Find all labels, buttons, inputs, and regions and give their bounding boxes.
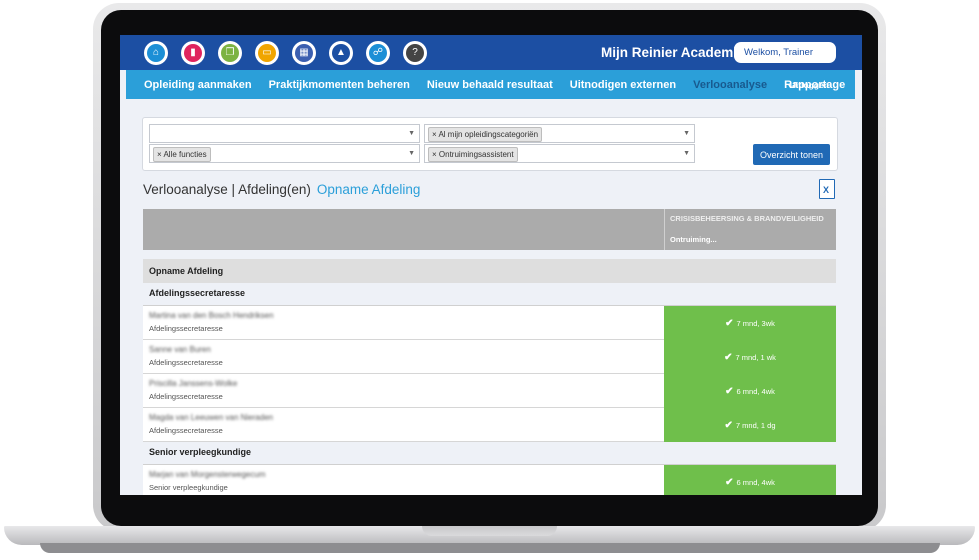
section-title: Afdelingssecretaresse xyxy=(149,288,246,298)
training-tag-label: Ontruimingsassistent xyxy=(438,150,514,159)
calendar-button[interactable]: ▦ xyxy=(292,41,316,65)
home-icon: ⌂ xyxy=(147,44,165,62)
status-cell[interactable]: ✔ 6 mnd, 4wk xyxy=(664,374,836,408)
home-button[interactable]: ⌂ xyxy=(144,41,168,65)
app-screen: ⌂ ▮ ❐ ▭ ▦ ▲ ☍? Mijn Reinier Academie Welkom, T… xyxy=(120,35,862,495)
section-header: Senior verpleegkundige xyxy=(143,442,836,465)
status-text: 7 mnd, 3wk xyxy=(736,318,775,328)
graduation-cap-button[interactable]: ▲ xyxy=(329,41,353,65)
laptop-icon: ▭ xyxy=(258,44,276,62)
org-chart-icon: ☍ xyxy=(369,44,387,62)
book-icon: ▮ xyxy=(184,44,202,62)
laptop-button[interactable]: ▭ xyxy=(255,41,279,65)
help-icon: ? xyxy=(406,44,424,62)
employee-role: Senior verpleegkundige xyxy=(149,483,228,492)
table-row[interactable]: Magda van Leeuwen van Nieraden Afdelingss… xyxy=(143,408,836,442)
status-cell[interactable]: ✔ 6 mnd, 4wk xyxy=(664,465,836,495)
nav-item-1[interactable]: Praktijkmomenten beheren xyxy=(269,79,410,91)
training-tag[interactable]: × Ontruimingsassistent xyxy=(428,147,518,162)
employee-name: Priscilla Janssens-Wolke xyxy=(149,379,238,388)
table-row[interactable]: Marjan van Morgensterwegecum Senior verpl… xyxy=(143,465,836,495)
chevron-down-icon: ▼ xyxy=(683,130,690,137)
section-title: Senior verpleegkundige xyxy=(149,447,252,457)
employee-role: Afdelingssecretaresse xyxy=(149,358,223,367)
checkmark-icon: ✔ xyxy=(724,419,733,431)
user-menu-button[interactable]: Welkom, Trainer xyxy=(734,42,836,63)
status-cell[interactable]: ✔ 7 mnd, 1 wk xyxy=(664,340,836,374)
excel-export-icon[interactable]: X xyxy=(819,179,835,199)
nav-item-3[interactable]: Uitnodigen externen xyxy=(570,79,676,91)
checkmark-icon: ✔ xyxy=(725,476,734,488)
top-icon-bar: ⌂ ▮ ❐ ▭ ▦ ▲ ☍? xyxy=(144,41,427,65)
column-course-label: Ontruiming... xyxy=(670,235,717,244)
employee-role: Afdelingssecretaresse xyxy=(149,324,223,333)
help-button[interactable]: ? xyxy=(403,41,427,65)
laptop-base-shadow xyxy=(40,543,940,553)
employee-name: Martina van den Bosch Hendriksen xyxy=(149,311,274,320)
status-text: 6 mnd, 4wk xyxy=(736,386,775,396)
function-tag-label: Alle functies xyxy=(163,150,207,159)
training-select[interactable]: × Ontruimingsassistent ▼ xyxy=(424,144,695,163)
table-row[interactable]: Priscilla Janssens-Wolke Afdelingssecreta… xyxy=(143,374,836,408)
main-content: ▼ × Al mijn opleidingscategoriën ▼ × All… xyxy=(120,99,862,495)
table-row[interactable]: Martina van den Bosch Hendriksen Afdeling… xyxy=(143,306,836,340)
table-header: CRISISBEHEERSING & BRANDVEILIGHEID Ontru… xyxy=(143,209,836,250)
chevron-down-icon: ▼ xyxy=(408,130,415,137)
nav-item-4[interactable]: Verlooanalyse xyxy=(693,79,767,91)
checkmark-icon: ✔ xyxy=(725,317,734,329)
table-row[interactable]: Sanne van Buren Afdelingssecretaresse ✔ 7 m… xyxy=(143,340,836,374)
checkmark-icon: ✔ xyxy=(725,385,734,397)
section-header: Afdelingssecretaresse xyxy=(143,283,836,306)
status-text: 7 mnd, 1 dg xyxy=(735,420,776,430)
function-tag[interactable]: × Alle functies xyxy=(153,147,211,162)
chevron-down-icon: ▼ xyxy=(408,150,415,157)
column-header-training[interactable]: CRISISBEHEERSING & BRANDVEILIGHEID Ontru… xyxy=(664,209,837,250)
department-link[interactable]: Opname Afdeling xyxy=(317,182,421,197)
employee-role: Afdelingssecretaresse xyxy=(149,392,223,401)
org-chart-button[interactable]: ☍ xyxy=(366,41,390,65)
calendar-icon: ▦ xyxy=(295,44,313,62)
brand-title: Mijn Reinier Academie xyxy=(601,45,745,60)
column-category-label: CRISISBEHEERSING & BRANDVEILIGHEID xyxy=(670,214,824,223)
filter-panel: ▼ × Al mijn opleidingscategoriën ▼ × All… xyxy=(142,117,838,171)
employee-name: Sanne van Buren xyxy=(149,345,211,354)
category-tag-label: Al mijn opleidingscategoriën xyxy=(438,130,539,139)
graduation-cap-icon: ▲ xyxy=(332,44,350,62)
status-cell[interactable]: ✔ 7 mnd, 1 dg xyxy=(664,408,836,442)
documents-button[interactable]: ❐ xyxy=(218,41,242,65)
nav-item-2[interactable]: Nieuw behaald resultaat xyxy=(427,79,553,91)
category-select[interactable]: × Al mijn opleidingscategoriën ▼ xyxy=(424,124,695,143)
category-tag[interactable]: × Al mijn opleidingscategoriën xyxy=(428,127,543,142)
employee-name: Magda van Leeuwen van Nieraden xyxy=(149,413,274,422)
book-button[interactable]: ▮ xyxy=(181,41,205,65)
status-text: 7 mnd, 1 wk xyxy=(735,352,776,362)
group-row: Opname Afdeling xyxy=(143,259,836,283)
page-title-text: Verlooanalyse | Afdeling(en) xyxy=(143,182,311,197)
laptop-notch xyxy=(422,526,557,536)
status-text: 6 mnd, 4wk xyxy=(736,477,775,487)
main-nav: Opleiding aanmaken Praktijkmomenten beher… xyxy=(126,70,855,99)
department-select[interactable]: ▼ xyxy=(149,124,420,143)
employee-name: Marjan van Morgensterwegecum xyxy=(149,470,266,479)
page-title: Verlooanalyse | Afdeling(en) Opname Afdel… xyxy=(143,182,420,197)
checkmark-icon: ✔ xyxy=(724,351,733,363)
documents-icon: ❐ xyxy=(221,44,239,62)
show-overview-button[interactable]: Overzicht tonen xyxy=(753,144,830,165)
employee-role: Afdelingssecretaresse xyxy=(149,426,223,435)
function-select[interactable]: × Alle functies ▼ xyxy=(149,144,420,163)
logout-link[interactable]: Uitloggen xyxy=(790,80,829,90)
status-cell[interactable]: ✔ 7 mnd, 3wk xyxy=(664,306,836,340)
top-bar: ⌂ ▮ ❐ ▭ ▦ ▲ ☍? Mijn Reinier Academie Welkom, T… xyxy=(120,35,862,70)
group-label: Opname Afdeling xyxy=(149,266,224,276)
chevron-down-icon: ▼ xyxy=(683,150,690,157)
nav-item-0[interactable]: Opleiding aanmaken xyxy=(144,79,252,91)
